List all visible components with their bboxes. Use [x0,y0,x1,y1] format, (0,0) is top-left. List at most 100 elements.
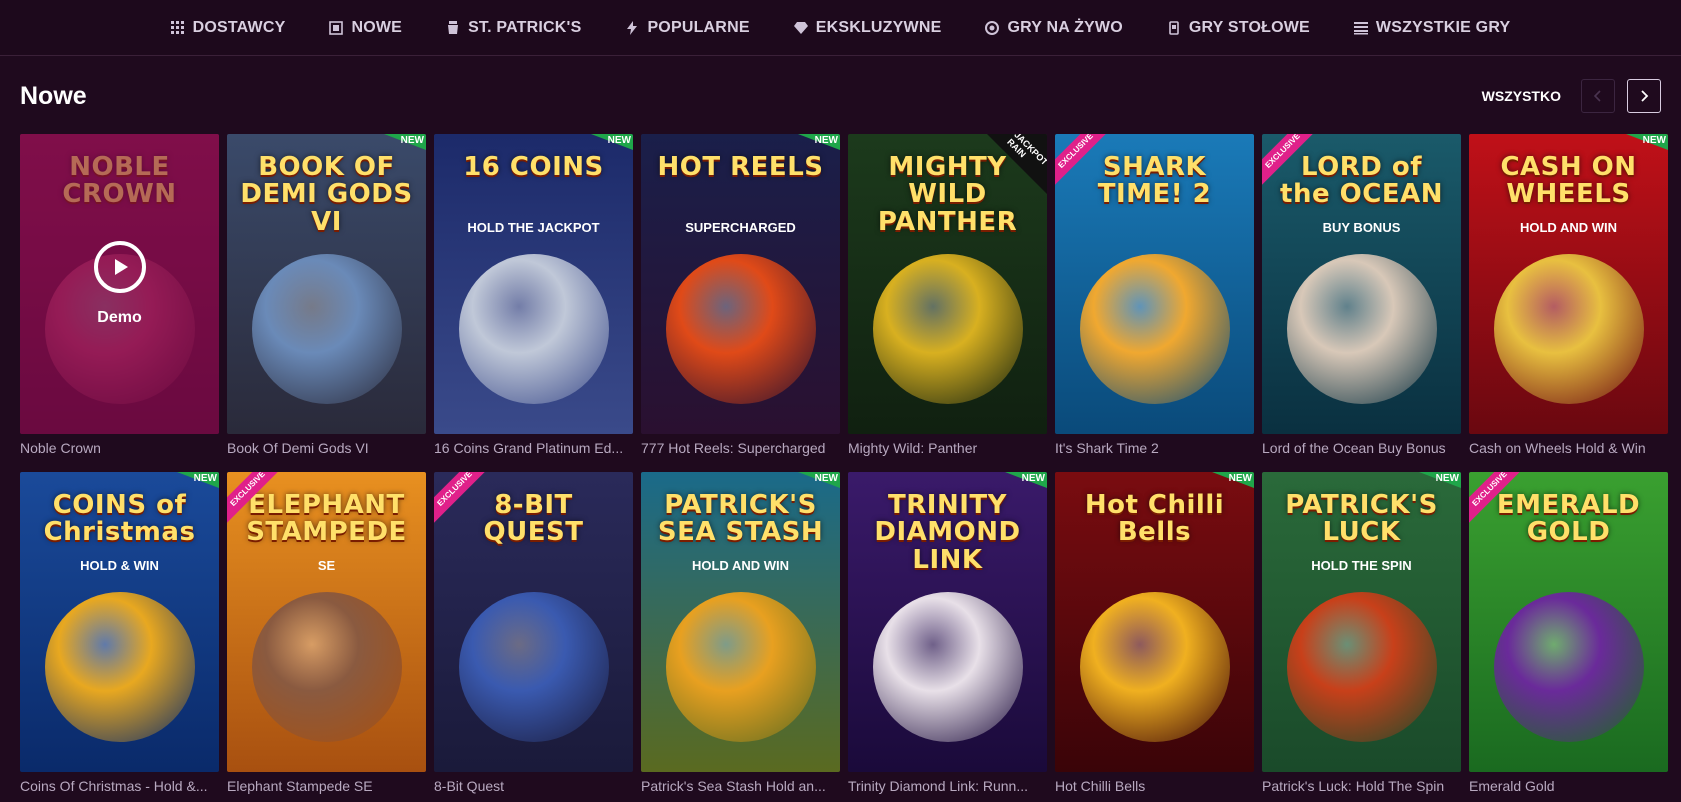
nav-item-gry-stołowe[interactable]: GRY STOŁOWE [1145,0,1332,55]
game-card[interactable]: PATRICK'S SEA STASH HOLD AND WIN NEW Patric… [641,472,840,802]
game-name[interactable]: Cash on Wheels Hold & Win [1469,434,1668,464]
new-badge-label: NEW [607,135,631,146]
see-all-link[interactable]: WSZYSTKO [1482,88,1561,104]
game-thumbnail[interactable]: TRINITY DIAMOND LINK NEW [848,472,1047,772]
new-badge: NEW [177,472,219,488]
nav-item-label: DOSTAWCY [192,18,286,36]
new-badge: NEW [798,134,840,150]
nav-item-label: ST. PATRICK'S [468,18,582,36]
game-logo-text: 8-BIT QUEST [483,490,584,548]
game-thumbnail[interactable]: SHARK TIME! 2 EXCLUSIVE [1055,134,1254,434]
game-card[interactable]: NOBLE CROWNDemoNoble Crown [20,134,219,464]
game-thumbnail[interactable]: BOOK OF DEMI GODS VI NEW [227,134,426,434]
game-card[interactable]: 8-BIT QUEST EXCLUSIVE 8-Bit Quest [434,472,633,802]
game-name[interactable]: 777 Hot Reels: Supercharged [641,434,840,464]
game-artwork [665,254,816,404]
game-logo-text: COINS of Christmas [43,490,196,548]
game-name[interactable]: Coins Of Christmas - Hold &... [20,772,219,802]
game-logo-subtitle: HOLD AND WIN [691,558,789,573]
game-name[interactable]: Noble Crown [20,434,219,464]
game-artwork [458,592,609,742]
game-name[interactable]: Trinity Diamond Link: Runn... [848,772,1047,802]
game-name[interactable]: Hot Chilli Bells [1055,772,1254,802]
new-badge: NEW [1626,134,1668,150]
nav-item-gry-na-żywo[interactable]: GRY NA ŻYWO [963,0,1144,55]
game-logo-text: TRINITY DIAMOND LINK [874,490,1021,575]
chevron-right-icon [1641,90,1649,102]
game-card[interactable]: COINS of Christmas HOLD & WIN NEW Coins Of … [20,472,219,802]
game-card[interactable]: BOOK OF DEMI GODS VI NEW Book Of Demi Gods… [227,134,426,464]
section-controls: WSZYSTKO [1482,79,1661,113]
nav-item-st-patrick-s[interactable]: ST. PATRICK'S [424,0,603,55]
game-thumbnail[interactable]: 8-BIT QUEST EXCLUSIVE [434,472,633,772]
game-artwork [1079,254,1230,404]
game-thumbnail[interactable]: 16 COINS HOLD THE JACKPOT NEW [434,134,633,434]
game-logo-text: BOOK OF DEMI GODS VI [240,152,413,237]
game-thumbnail[interactable]: Hot Chilli Bells NEW [1055,472,1254,772]
new-badge-label: NEW [193,473,217,484]
game-card[interactable]: SHARK TIME! 2 EXCLUSIVE It's Shark Time 2 [1055,134,1254,464]
game-thumbnail[interactable]: NOBLE CROWNDemo [20,134,219,434]
top-navigation: DOSTAWCY NOWE ST. PATRICK'S POPULARNE EKSKLU… [0,0,1681,56]
chevron-left-icon [1593,90,1601,102]
grid-icon [170,20,184,34]
game-name[interactable]: 16 Coins Grand Platinum Ed... [434,434,633,464]
game-card[interactable]: EMERALD GOLD EXCLUSIVE Emerald Gold [1469,472,1668,802]
game-card[interactable]: MIGHTY WILD PANTHER JACKPOT RAIN Mighty Wi… [848,134,1047,464]
demo-label[interactable]: Demo [97,309,141,327]
game-thumbnail[interactable]: HOT REELS SUPERCHARGED NEW [641,134,840,434]
game-name[interactable]: It's Shark Time 2 [1055,434,1254,464]
new-badge: NEW [798,472,840,488]
new-badge: NEW [1212,472,1254,488]
game-card[interactable]: 16 COINS HOLD THE JACKPOT NEW 16 Coins Gran… [434,134,633,464]
nav-item-ekskluzywne[interactable]: EKSKLUZYWNE [772,0,964,55]
game-artwork [251,254,402,404]
prev-button[interactable] [1581,79,1615,113]
game-card[interactable]: HOT REELS SUPERCHARGED NEW 777 Hot Reels: S… [641,134,840,464]
game-name[interactable]: 8-Bit Quest [434,772,633,802]
next-button[interactable] [1627,79,1661,113]
game-name[interactable]: Book Of Demi Gods VI [227,434,426,464]
game-name[interactable]: Elephant Stampede SE [227,772,426,802]
pot-icon [448,20,459,34]
jackpot-badge-label: JACKPOT RAIN [1005,134,1047,168]
game-thumbnail[interactable]: PATRICK'S LUCK HOLD THE SPIN NEW [1262,472,1461,772]
game-card[interactable]: CASH ON WHEELS HOLD AND WIN NEW Cash on Whe… [1469,134,1668,464]
game-card[interactable]: TRINITY DIAMOND LINK NEW Trinity Diamond L… [848,472,1047,802]
lightning-icon [627,20,638,35]
game-name[interactable]: Emerald Gold [1469,772,1668,802]
game-name[interactable]: Patrick's Luck: Hold The Spin [1262,772,1461,802]
section-title: Nowe [20,81,87,110]
game-logo-subtitle: HOLD AND WIN [1519,220,1617,235]
game-logo-text: SHARK TIME! 2 [1097,152,1212,210]
game-logo-text: PATRICK'S LUCK [1285,490,1438,548]
new-badge: NEW [591,134,633,150]
game-grid: NOBLE CROWNDemoNoble CrownBOOK OF DEMI G… [0,134,1681,802]
nav-item-nowe[interactable]: NOWE [307,0,424,55]
game-card[interactable]: PATRICK'S LUCK HOLD THE SPIN NEW Patrick's … [1262,472,1461,802]
game-name[interactable]: Patrick's Sea Stash Hold an... [641,772,840,802]
game-card[interactable]: ELEPHANT STAMPEDE SE EXCLUSIVE Elephant Sta… [227,472,426,802]
game-name[interactable]: Mighty Wild: Panther [848,434,1047,464]
game-thumbnail[interactable]: ELEPHANT STAMPEDE SE EXCLUSIVE [227,472,426,772]
game-thumbnail[interactable]: MIGHTY WILD PANTHER JACKPOT RAIN [848,134,1047,434]
game-thumbnail[interactable]: COINS of Christmas HOLD & WIN NEW [20,472,219,772]
game-card[interactable]: Hot Chilli Bells NEW Hot Chilli Bells [1055,472,1254,802]
game-artwork [1493,592,1644,742]
game-thumbnail[interactable]: LORD of the OCEAN BUY BONUS EXCLUSIVE [1262,134,1461,434]
diamond-icon [793,21,808,34]
game-name[interactable]: Lord of the Ocean Buy Bonus [1262,434,1461,464]
game-logo-subtitle: SUPERCHARGED [685,220,796,235]
nav-item-wszystkie-gry[interactable]: WSZYSTKIE GRY [1332,0,1532,55]
game-logo-subtitle: BUY BONUS [1322,220,1401,235]
game-thumbnail[interactable]: CASH ON WHEELS HOLD AND WIN NEW [1469,134,1668,434]
nav-item-popularne[interactable]: POPULARNE [603,0,771,55]
nav-item-dostawcy[interactable]: DOSTAWCY [149,0,308,55]
game-logo-subtitle: HOLD THE SPIN [1311,558,1412,573]
nav-item-label: GRY STOŁOWE [1188,18,1310,36]
demo-overlay[interactable]: Demo [20,134,219,434]
game-thumbnail[interactable]: PATRICK'S SEA STASH HOLD AND WIN NEW [641,472,840,772]
game-thumbnail[interactable]: EMERALD GOLD EXCLUSIVE [1469,472,1668,772]
game-card[interactable]: LORD of the OCEAN BUY BONUS EXCLUSIVE Lord … [1262,134,1461,464]
play-icon[interactable] [93,241,146,293]
